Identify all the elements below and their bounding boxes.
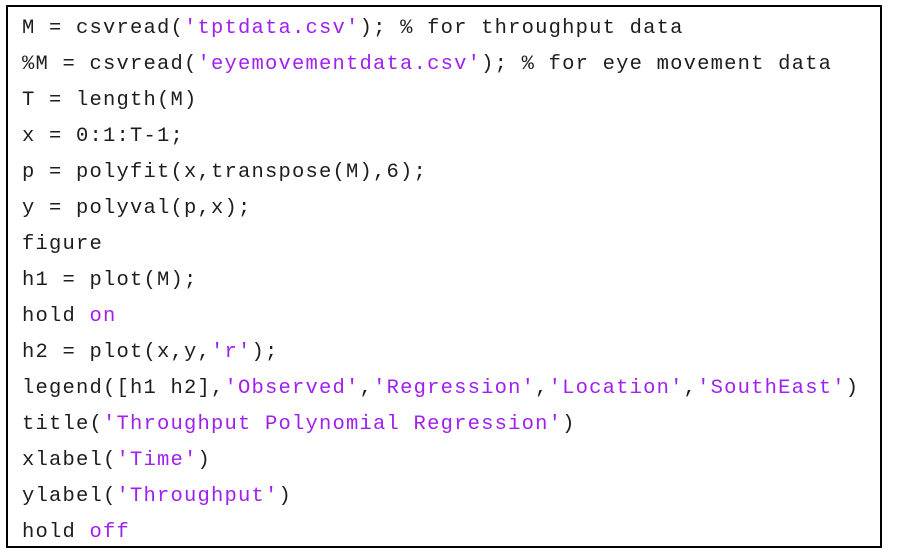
code-token-plain: ); bbox=[481, 53, 522, 76]
code-token-comment: % for eye movement data bbox=[521, 53, 833, 76]
code-token-plain: ) bbox=[845, 377, 860, 400]
code-token-string: off bbox=[89, 521, 131, 544]
code-token-string: 'Throughput Polynomial Regression' bbox=[103, 413, 563, 436]
code-listing: M = csvread('tptdata.csv'); % for throug… bbox=[22, 11, 880, 546]
code-line: p = polyfit(x,transpose(M),6); bbox=[22, 155, 880, 191]
code-line: T = length(M) bbox=[22, 83, 880, 119]
code-token-plain: legend([h1 h2], bbox=[22, 377, 225, 400]
code-token-string: 'Throughput' bbox=[116, 485, 279, 508]
code-token-plain: %M = csvread( bbox=[22, 53, 198, 76]
code-token-plain: x = 0:1:T-1; bbox=[22, 125, 185, 148]
code-token-comment: % for throughput data bbox=[400, 17, 684, 40]
code-line: legend([h1 h2],'Observed','Regression','… bbox=[22, 371, 880, 407]
code-token-plain: title( bbox=[22, 413, 104, 436]
code-token-plain: h2 = plot(x,y, bbox=[22, 341, 212, 364]
code-line: y = polyval(p,x); bbox=[22, 191, 880, 227]
code-token-plain: , bbox=[683, 377, 698, 400]
code-token-string: 'eyemovementdata.csv' bbox=[197, 53, 482, 76]
code-token-string: 'Regression' bbox=[373, 377, 536, 400]
code-line: h2 = plot(x,y,'r'); bbox=[22, 335, 880, 371]
code-token-plain: ) bbox=[278, 485, 293, 508]
code-token-string: 'Location' bbox=[548, 377, 684, 400]
code-token-plain: M = csvread( bbox=[22, 17, 185, 40]
code-token-plain: p = polyfit(x,transpose(M),6); bbox=[22, 161, 428, 184]
code-listing-frame: M = csvread('tptdata.csv'); % for throug… bbox=[6, 5, 882, 548]
code-token-string: 'Observed' bbox=[224, 377, 360, 400]
code-token-plain: , bbox=[535, 377, 549, 400]
code-token-plain: xlabel( bbox=[22, 449, 117, 472]
code-token-plain: ); bbox=[251, 341, 279, 364]
code-token-plain: hold bbox=[22, 521, 90, 544]
code-token-plain: , bbox=[359, 377, 374, 400]
code-token-string: 'SouthEast' bbox=[697, 377, 846, 400]
code-token-plain: hold bbox=[22, 305, 90, 328]
code-token-plain: ) bbox=[562, 413, 576, 436]
code-line: h1 = plot(M); bbox=[22, 263, 880, 299]
code-line: ylabel('Throughput') bbox=[22, 479, 880, 515]
code-token-plain: ) bbox=[197, 449, 212, 472]
code-token-string: 'r' bbox=[211, 341, 252, 364]
code-line: hold off bbox=[22, 515, 880, 546]
code-line: x = 0:1:T-1; bbox=[22, 119, 880, 155]
code-line: xlabel('Time') bbox=[22, 443, 880, 479]
code-token-string: 'Time' bbox=[116, 449, 198, 472]
code-line: hold on bbox=[22, 299, 880, 335]
code-token-plain: T = length(M) bbox=[22, 89, 198, 112]
code-token-plain: y = polyval(p,x); bbox=[22, 197, 252, 220]
code-token-plain: figure bbox=[22, 233, 104, 256]
code-line: figure bbox=[22, 227, 880, 263]
code-line: %M = csvread('eyemovementdata.csv'); % f… bbox=[22, 47, 880, 83]
code-token-plain: h1 = plot(M); bbox=[22, 269, 198, 292]
code-token-string: 'tptdata.csv' bbox=[184, 17, 360, 40]
code-token-string: on bbox=[89, 305, 117, 328]
code-token-plain: ylabel( bbox=[22, 485, 117, 508]
code-token-plain: ); bbox=[359, 17, 401, 40]
code-line: title('Throughput Polynomial Regression'… bbox=[22, 407, 880, 443]
code-line: M = csvread('tptdata.csv'); % for throug… bbox=[22, 11, 880, 47]
